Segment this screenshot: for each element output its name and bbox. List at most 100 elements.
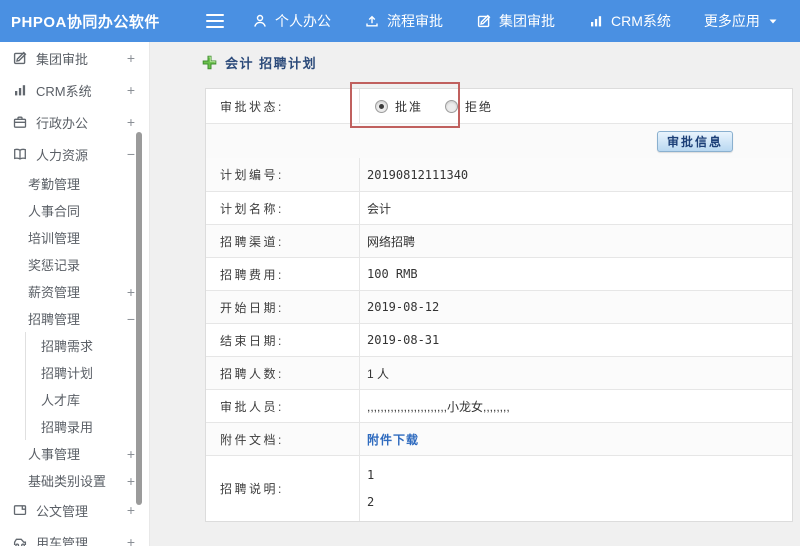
sidebar-item-recruit-mgmt[interactable]: 招聘管理 − bbox=[0, 305, 149, 332]
nav-item-label: 更多应用 bbox=[703, 13, 760, 29]
sidebar-item-training-mgmt[interactable]: 培训管理 bbox=[0, 224, 149, 251]
sidebar-item-label: 人事合同 bbox=[28, 204, 81, 219]
field-label: 招聘人数: bbox=[206, 357, 360, 389]
field-label: 审批人员: bbox=[206, 390, 360, 422]
nav-item-workflow-approval[interactable]: 流程审批 bbox=[364, 11, 443, 31]
radio-approve-label: 批准 bbox=[395, 99, 424, 114]
radio-reject[interactable]: 拒绝 bbox=[445, 98, 493, 115]
field-label: 计划编号: bbox=[206, 158, 360, 191]
sidebar-item-recruit-plan[interactable]: 招聘计划 bbox=[25, 359, 149, 386]
field-label: 审批状态: bbox=[206, 89, 360, 123]
row-attachment: 附件文档: 附件下载 bbox=[206, 422, 792, 455]
sidebar-item-label: 招聘计划 bbox=[41, 366, 94, 381]
approval-info-button[interactable]: 审批信息 bbox=[656, 130, 733, 152]
sidebar-item-admin-office[interactable]: 行政办公 + bbox=[0, 106, 149, 138]
field-label: 计划名称: bbox=[206, 192, 360, 224]
radio-reject-control[interactable] bbox=[445, 99, 459, 113]
sidebar-item-hr-contracts[interactable]: 人事合同 bbox=[0, 197, 149, 224]
hamburger-menu-icon[interactable] bbox=[206, 14, 224, 28]
row-headcount: 招聘人数: 1 人 bbox=[206, 356, 792, 389]
field-value-plan-number: 20190812111340 bbox=[367, 167, 469, 182]
sidebar-item-personnel-mgmt[interactable]: 人事管理 + bbox=[0, 440, 149, 467]
sidebar-item-human-resources[interactable]: 人力资源 − bbox=[0, 138, 149, 170]
row-recruit-channel: 招聘渠道: 网络招聘 bbox=[206, 224, 792, 257]
sidebar-item-label: 基础类别设置 bbox=[28, 474, 107, 489]
sidebar-item-label: 人事管理 bbox=[28, 447, 81, 462]
sidebar-item-vehicle-mgmt[interactable]: 用车管理 + bbox=[0, 526, 149, 546]
nav-item-crm-system[interactable]: CRM系统 bbox=[588, 11, 671, 31]
sidebar-item-label: 考勤管理 bbox=[28, 177, 81, 192]
sidebar-item-label: 奖惩记录 bbox=[28, 258, 81, 273]
row-end-date: 结束日期: 2019-08-31 bbox=[206, 323, 792, 356]
bar-chart-icon bbox=[588, 13, 604, 29]
row-plan-number: 计划编号: 20190812111340 bbox=[206, 158, 792, 191]
row-plan-name: 计划名称: 会计 bbox=[206, 191, 792, 224]
nav-item-label: 集团审批 bbox=[499, 13, 555, 29]
page-title: 会计 招聘计划 bbox=[225, 56, 318, 71]
sidebar-item-label: 行政办公 bbox=[36, 115, 89, 131]
nav-item-more-apps[interactable]: 更多应用 bbox=[704, 11, 779, 31]
expand-icon[interactable]: + bbox=[127, 534, 135, 546]
collapse-icon[interactable]: − bbox=[127, 146, 135, 162]
field-value-recruit-description: 12 bbox=[360, 456, 792, 521]
sidebar-item-recruit-demand[interactable]: 招聘需求 bbox=[25, 332, 149, 359]
edit-square-icon bbox=[476, 13, 492, 29]
sidebar-item-attendance-mgmt[interactable]: 考勤管理 bbox=[0, 170, 149, 197]
user-icon bbox=[252, 13, 268, 29]
field-label: 招聘渠道: bbox=[206, 225, 360, 257]
expand-icon[interactable]: + bbox=[127, 114, 135, 130]
collapse-icon[interactable]: − bbox=[127, 311, 135, 327]
sidebar-item-crm-system[interactable]: CRM系统 + bbox=[0, 74, 149, 106]
nav-item-label: 流程审批 bbox=[387, 13, 443, 29]
radio-approve-control[interactable] bbox=[375, 99, 388, 113]
sidebar-item-label: 薪资管理 bbox=[28, 285, 81, 300]
attachment-download-link[interactable]: 附件下载 bbox=[367, 431, 419, 448]
field-label: 附件文档: bbox=[206, 423, 360, 455]
sidebar-item-talent-pool[interactable]: 人才库 bbox=[25, 386, 149, 413]
sidebar-item-document-mgmt[interactable]: 公文管理 + bbox=[0, 494, 149, 526]
radio-reject-label: 拒绝 bbox=[465, 99, 494, 114]
sidebar-item-reward-records[interactable]: 奖惩记录 bbox=[0, 251, 149, 278]
nav-item-group-approval[interactable]: 集团审批 bbox=[476, 11, 555, 31]
field-value-attachment: 附件下载 bbox=[360, 423, 792, 455]
field-label: 招聘说明: bbox=[206, 456, 360, 521]
sidebar-item-group-approval[interactable]: 集团审批 + bbox=[0, 42, 149, 74]
field-value-start-date: 2019-08-12 bbox=[367, 300, 440, 314]
app-window: PHPOA协同办公软件 个人办公 流程审批 集团审批 CRM系统 更多应用 集团审… bbox=[0, 0, 800, 546]
expand-icon[interactable]: + bbox=[127, 446, 135, 462]
field-label: 结束日期: bbox=[206, 324, 360, 356]
field-value-approvers: ,,,,,,,,,,,,,,,,,,,,,,,,小龙女,,,,,,,, bbox=[367, 399, 510, 414]
sidebar-item-salary-mgmt[interactable]: 薪资管理 + bbox=[0, 278, 149, 305]
expand-icon[interactable]: + bbox=[127, 82, 135, 98]
top-nav: 个人办公 流程审批 集团审批 CRM系统 更多应用 bbox=[252, 11, 779, 31]
field-value-recruit-channel: 网络招聘 bbox=[367, 234, 416, 249]
add-icon[interactable] bbox=[202, 55, 217, 70]
expand-icon[interactable]: + bbox=[127, 50, 135, 66]
sidebar-item-label: 人力资源 bbox=[36, 147, 89, 163]
sidebar-item-label: 培训管理 bbox=[28, 231, 81, 246]
description-line: 1 bbox=[367, 467, 375, 482]
field-value-end-date: 2019-08-31 bbox=[367, 333, 440, 347]
sidebar: 集团审批 + CRM系统 + 行政办公 + 人力资源 − 考勤管理人事合同培训管理奖惩记录薪资管… bbox=[0, 42, 150, 546]
caret-down-icon bbox=[767, 15, 779, 27]
nav-item-personal-office[interactable]: 个人办公 bbox=[252, 11, 331, 31]
bar-chart-icon bbox=[12, 82, 28, 98]
expand-icon[interactable]: + bbox=[127, 502, 135, 518]
sidebar-item-label: 招聘管理 bbox=[28, 312, 81, 327]
sidebar-item-base-category-settings[interactable]: 基础类别设置 + bbox=[0, 467, 149, 494]
sidebar-item-label: 招聘录用 bbox=[41, 420, 94, 435]
row-recruit-description: 招聘说明: 1 2 bbox=[206, 455, 792, 521]
field-value-headcount: 1 人 bbox=[367, 366, 390, 381]
row-recruit-cost: 招聘费用: 100 RMB bbox=[206, 257, 792, 290]
row-start-date: 开始日期: 2019-08-12 bbox=[206, 290, 792, 323]
expand-icon[interactable]: + bbox=[127, 473, 135, 489]
breadcrumb: 会计 招聘计划 bbox=[202, 53, 317, 72]
expand-icon[interactable]: + bbox=[127, 284, 135, 300]
nav-item-label: 个人办公 bbox=[275, 13, 331, 29]
field-value-plan-name: 会计 bbox=[367, 201, 392, 216]
radio-approve[interactable]: 批准 bbox=[375, 98, 423, 115]
sidebar-item-recruit-hire[interactable]: 招聘录用 bbox=[25, 413, 149, 440]
document-icon bbox=[12, 502, 28, 518]
app-logo: PHPOA协同办公软件 bbox=[11, 13, 160, 31]
sidebar-scrollbar-thumb[interactable] bbox=[136, 132, 142, 505]
